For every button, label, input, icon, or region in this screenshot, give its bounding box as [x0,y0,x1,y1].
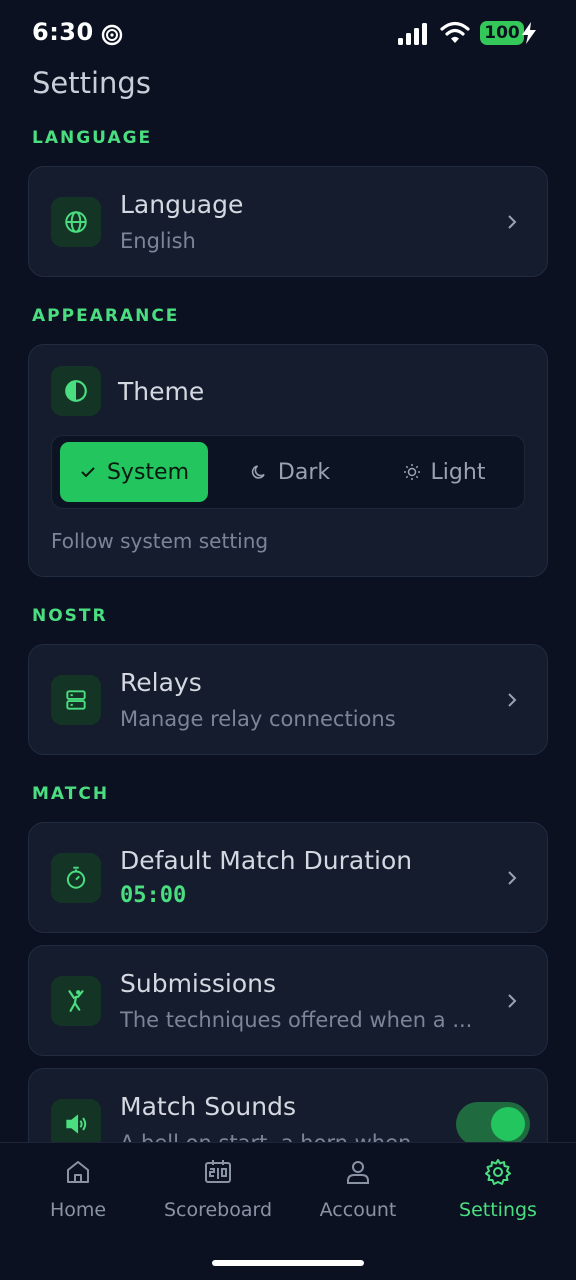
language-title: Language [120,190,244,219]
language-row[interactable]: Language English [28,166,548,277]
moon-icon [251,465,265,479]
theme-card: Theme System Dark Light Follow system se… [28,344,548,577]
language-value: English [120,229,196,253]
submissions-title: Submissions [120,969,277,998]
stopwatch-icon [66,866,86,889]
section-label-nostr: NOSTR [32,606,108,626]
duration-icon-tile [51,853,101,903]
theme-option-label: System [106,459,190,485]
chevron-right-icon [508,215,517,229]
bottom-tab-bar: Home Scoreboard Account Settings [0,1142,576,1280]
section-label-appearance: APPEARANCE [32,306,180,326]
scoreboard-icon [205,1160,231,1183]
submissions-subtitle: The techniques offered when a ... [120,1008,473,1032]
sounds-title: Match Sounds [120,1092,296,1121]
match-sounds-toggle[interactable] [456,1102,530,1146]
theme-segmented-control: System Dark Light [51,435,525,509]
battery-icon: 100 [480,21,524,45]
chevron-right-icon [508,994,517,1008]
tab-label: Settings [459,1199,537,1221]
tab-account[interactable]: Account [288,1157,428,1221]
tab-scoreboard[interactable]: Scoreboard [148,1157,288,1221]
relays-icon-tile [51,675,101,725]
gear-icon [485,1159,511,1185]
home-indicator[interactable] [212,1260,364,1266]
duration-value: 05:00 [120,883,187,908]
martial-arts-icon [68,990,84,1012]
tab-settings[interactable]: Settings [428,1157,568,1221]
theme-description: Follow system setting [51,529,269,553]
relays-subtitle: Manage relay connections [120,707,396,731]
battery-level: 100 [484,23,520,43]
relays-row[interactable]: Relays Manage relay connections [28,644,548,755]
wifi-icon [440,21,470,43]
status-time: 6:30 [32,18,94,46]
tab-label: Scoreboard [163,1199,273,1221]
contrast-icon [65,380,87,402]
theme-option-dark[interactable]: Dark [216,442,364,502]
status-bar: 6:30 100 [0,0,576,66]
toggle-knob [491,1107,525,1141]
charging-bolt-icon [522,22,536,44]
check-icon [81,467,95,478]
tab-label: Account [319,1199,397,1221]
theme-option-light[interactable]: Light [370,442,518,502]
home-icon [67,1161,89,1183]
theme-title: Theme [118,377,205,406]
relays-title: Relays [120,668,202,697]
theme-option-system[interactable]: System [60,442,208,502]
tab-label: Home [49,1199,107,1221]
section-label-match: MATCH [32,784,110,804]
section-label-language: LANGUAGE [32,128,153,148]
match-duration-row[interactable]: Default Match Duration 05:00 [28,822,548,933]
focus-icon [101,24,123,46]
theme-option-label: Light [430,459,486,485]
user-icon [347,1161,369,1184]
duration-title: Default Match Duration [120,846,413,875]
server-icon [66,690,86,710]
sun-icon [403,464,420,480]
chevron-right-icon [508,693,517,707]
theme-option-label: Dark [277,459,331,485]
speaker-icon [66,1114,87,1134]
globe-icon [65,211,87,233]
page-title: Settings [32,66,151,100]
chevron-right-icon [508,871,517,885]
tab-home[interactable]: Home [8,1157,148,1221]
submissions-icon-tile [51,976,101,1026]
theme-icon-tile [51,366,101,416]
language-icon-tile [51,197,101,247]
submissions-row[interactable]: Submissions The techniques offered when … [28,945,548,1056]
signal-icon [398,23,427,45]
